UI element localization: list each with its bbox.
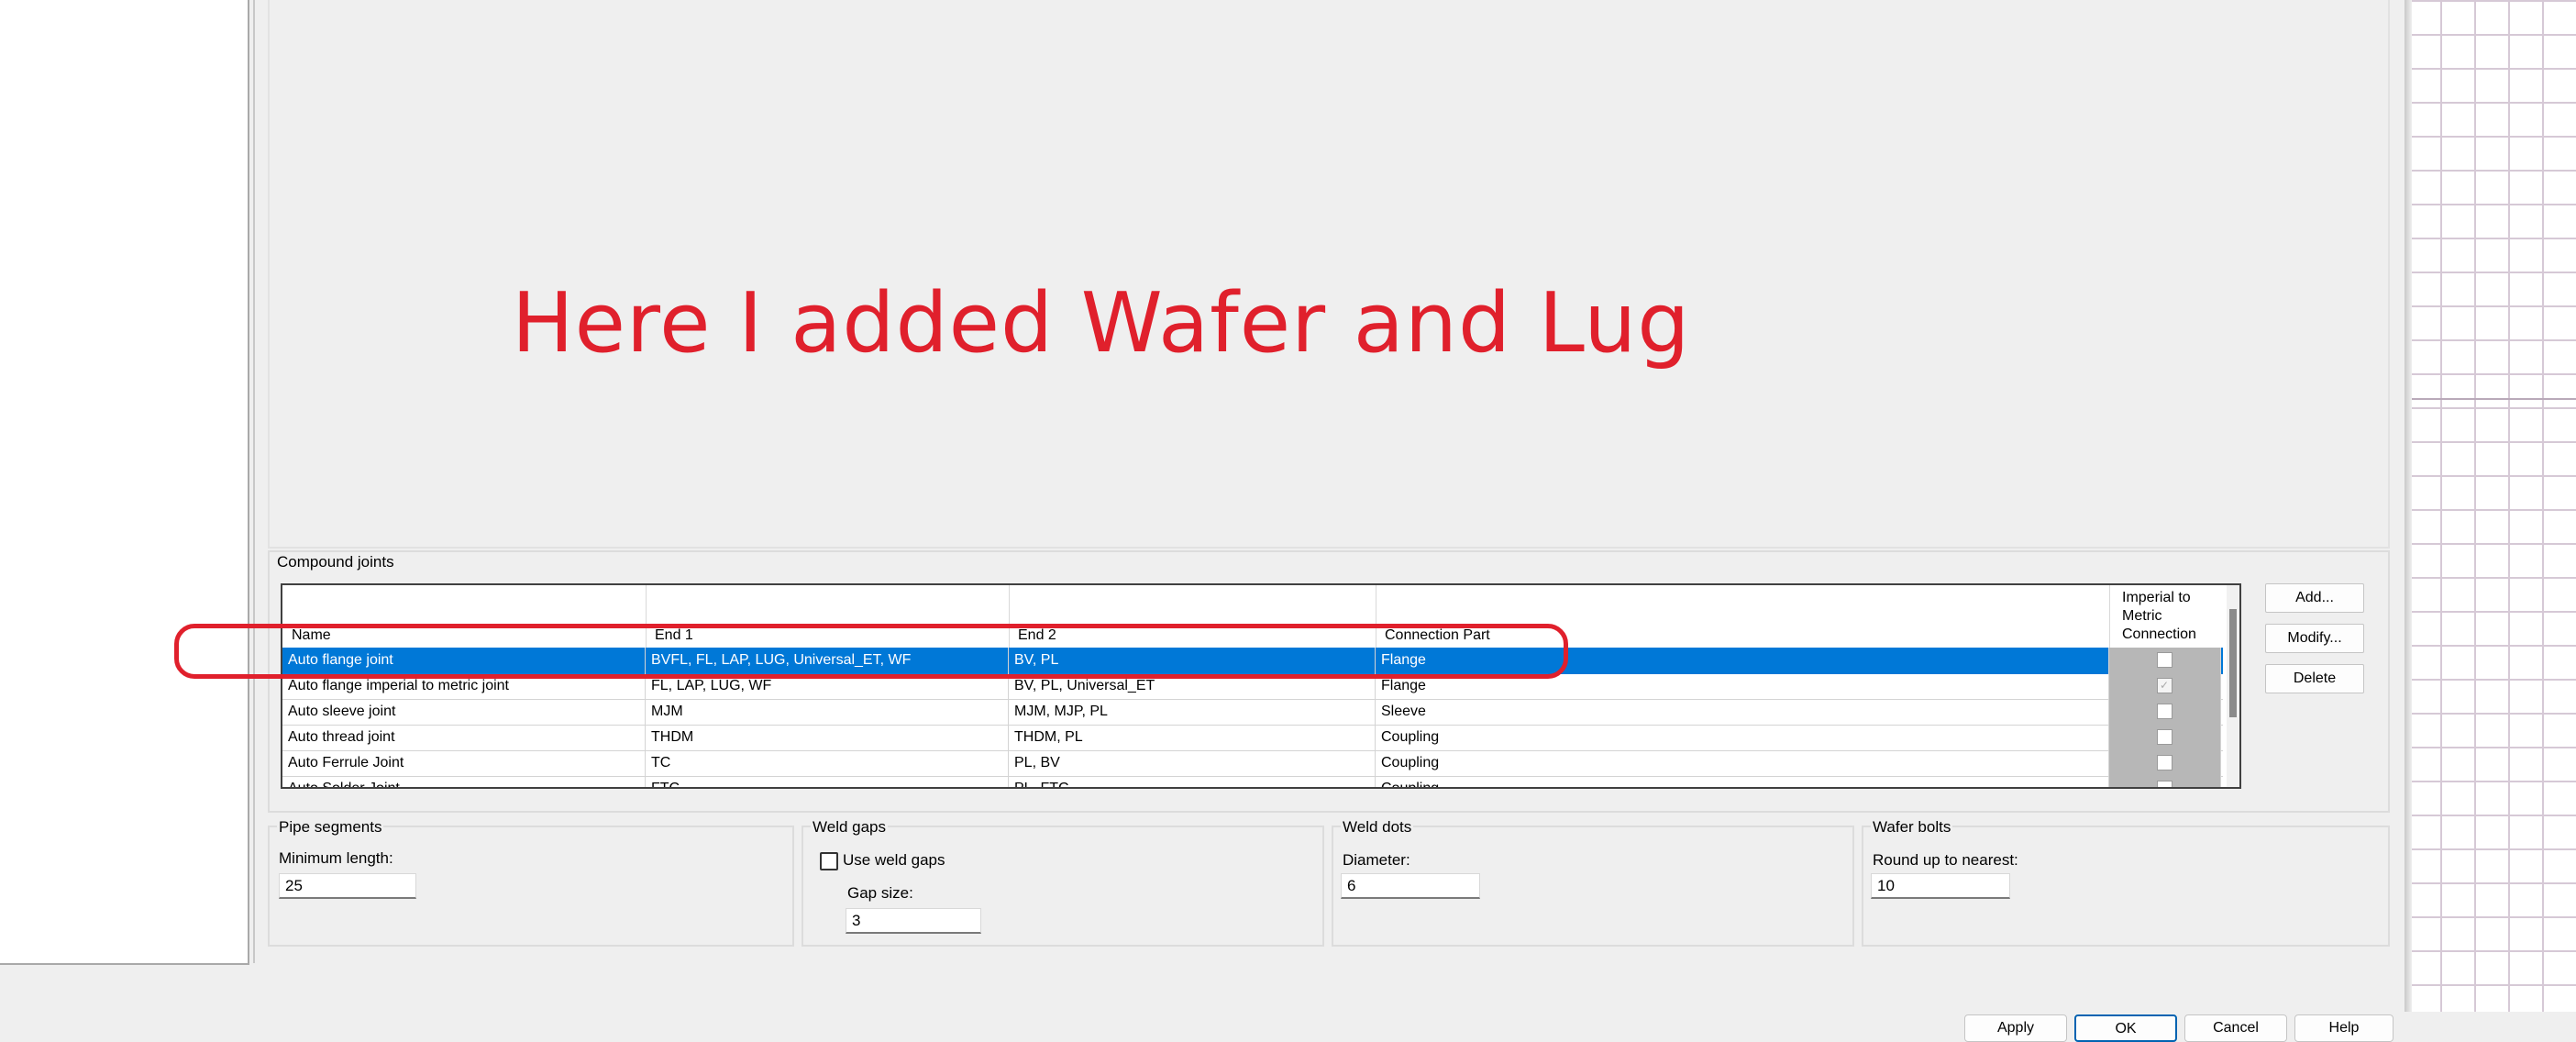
- compound-joints-title: Compound joints: [277, 553, 394, 571]
- imperial-checkbox[interactable]: [2156, 652, 2172, 668]
- cell-end2: THDM, PL: [1009, 725, 1376, 750]
- cell-connection-part: Sleeve: [1376, 699, 2109, 725]
- cell-end1: TC: [646, 750, 1009, 776]
- annotation-text: Here I added Wafer and Lug: [512, 275, 1691, 371]
- use-weld-gaps-label[interactable]: Use weld gaps: [843, 851, 945, 870]
- cell-name: Auto Solder Joint: [282, 776, 646, 787]
- cell-imperial: [2109, 699, 2221, 725]
- imperial-checkbox[interactable]: [2156, 781, 2172, 787]
- cell-name: Auto Ferrule Joint: [282, 750, 646, 776]
- cell-imperial: [2109, 750, 2221, 776]
- drawing-canvas[interactable]: [2405, 0, 2576, 1012]
- diameter-label: Diameter:: [1343, 851, 1410, 869]
- use-weld-gaps-checkbox[interactable]: [820, 852, 838, 870]
- compound-joints-table[interactable]: Name End 1 End 2 Connection Part Imperia…: [281, 583, 2241, 789]
- table-row[interactable]: Auto Ferrule Joint TC PL, BV Coupling: [282, 750, 2223, 777]
- min-length-input[interactable]: 25: [279, 873, 416, 899]
- imperial-checkbox[interactable]: [2156, 755, 2172, 770]
- weld-dots-title: Weld dots: [1341, 818, 1414, 837]
- table-scrollbar[interactable]: [2227, 585, 2239, 787]
- cell-name: Auto sleeve joint: [282, 699, 646, 725]
- modify-button[interactable]: Modify...: [2265, 624, 2364, 653]
- help-button[interactable]: Help: [2294, 1014, 2394, 1042]
- gap-size-label: Gap size:: [847, 884, 913, 902]
- left-tree-panel[interactable]: [0, 0, 249, 965]
- table-row[interactable]: Auto Solder Joint FTC PL, FTC Coupling: [282, 776, 2223, 787]
- cell-end2: MJM, MJP, PL: [1009, 699, 1376, 725]
- cell-connection-part: Coupling: [1376, 776, 2109, 787]
- pipe-segments-title: Pipe segments: [277, 818, 384, 837]
- preview-area: [268, 0, 2390, 549]
- column-header-imperial[interactable]: Imperial to Metric Connection: [2109, 585, 2221, 648]
- cell-connection-part: Coupling: [1376, 725, 2109, 750]
- round-up-input[interactable]: 10: [1871, 873, 2010, 899]
- cell-imperial: [2109, 648, 2221, 673]
- cancel-button[interactable]: Cancel: [2184, 1014, 2287, 1042]
- min-length-label: Minimum length:: [279, 849, 393, 867]
- grid-major-line: [2405, 398, 2576, 400]
- round-up-label: Round up to nearest:: [1873, 851, 2018, 869]
- wafer-bolts-title: Wafer bolts: [1871, 818, 1953, 837]
- imperial-checkbox[interactable]: [2156, 704, 2172, 719]
- cell-end1: THDM: [646, 725, 1009, 750]
- ok-button[interactable]: OK: [2074, 1014, 2177, 1042]
- table-row[interactable]: Auto sleeve joint MJM MJM, MJP, PL Sleeve: [282, 699, 2223, 726]
- canvas-edge-shadow: [2405, 0, 2412, 1012]
- cell-name: Auto thread joint: [282, 725, 646, 750]
- delete-button[interactable]: Delete: [2265, 664, 2364, 693]
- cell-imperial: ✓: [2109, 673, 2221, 699]
- cell-imperial: [2109, 725, 2221, 750]
- weld-gaps-title: Weld gaps: [811, 818, 889, 837]
- add-button[interactable]: Add...: [2265, 583, 2364, 613]
- apply-button[interactable]: Apply: [1964, 1014, 2067, 1042]
- scroll-thumb[interactable]: [2229, 609, 2237, 717]
- cell-end1: FTC: [646, 776, 1009, 787]
- cell-imperial: [2109, 776, 2221, 787]
- splitter[interactable]: [253, 0, 255, 963]
- gap-size-input[interactable]: 3: [846, 908, 981, 934]
- imperial-checkbox[interactable]: ✓: [2156, 678, 2172, 693]
- diameter-input[interactable]: 6: [1341, 873, 1480, 899]
- cell-end2: PL, BV: [1009, 750, 1376, 776]
- cell-end1: MJM: [646, 699, 1009, 725]
- cell-connection-part: Coupling: [1376, 750, 2109, 776]
- imperial-checkbox[interactable]: [2156, 729, 2172, 745]
- annotation-highlight: [174, 624, 1568, 679]
- cell-end2: PL, FTC: [1009, 776, 1376, 787]
- table-row[interactable]: Auto thread joint THDM THDM, PL Coupling: [282, 725, 2223, 751]
